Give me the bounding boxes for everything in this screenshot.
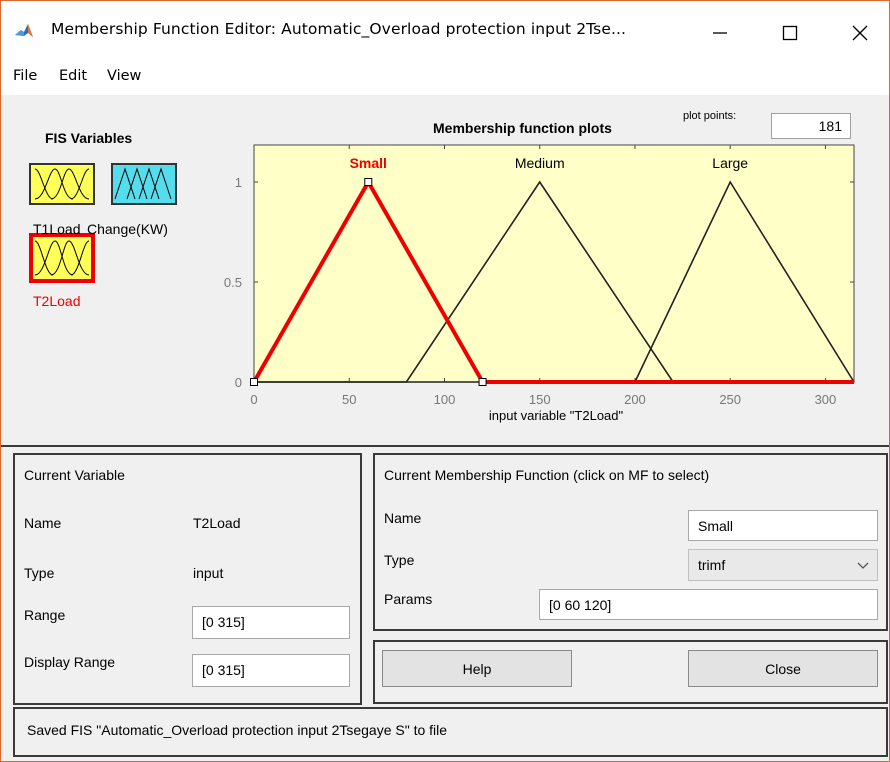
maximize-icon <box>782 25 798 41</box>
current-mf-heading: Current Membership Function (click on MF… <box>384 467 710 483</box>
mf-params-input[interactable]: [0 60 120] <box>539 589 878 620</box>
type-label: Type <box>24 565 55 581</box>
minimize-button[interactable] <box>691 11 749 55</box>
mf-vertex-handle[interactable] <box>364 178 373 186</box>
y-tick-label: 0.5 <box>224 275 242 290</box>
x-tick-label: 100 <box>434 392 456 407</box>
mf-type-label: Type <box>384 552 415 568</box>
help-button[interactable]: Help <box>382 650 572 687</box>
buttons-panel: Help Close <box>373 640 888 704</box>
variable-type-value: input <box>193 565 224 581</box>
mf-vertex-handle[interactable] <box>250 378 258 386</box>
title-bar[interactable]: Membership Function Editor: Automatic_Ov… <box>1 1 889 59</box>
editor-client-area: FIS Variables T1Load Change(KW) T2Load M… <box>1 95 889 761</box>
current-mf-panel: Current Membership Function (click on MF… <box>373 453 888 631</box>
minimize-icon <box>713 32 727 34</box>
menu-edit[interactable]: Edit <box>59 68 87 84</box>
x-tick-label: 150 <box>529 392 551 407</box>
mf-type-value: trimf <box>698 557 726 573</box>
mf-label-small[interactable]: Small <box>350 155 387 171</box>
y-tick-label: 0 <box>235 375 242 390</box>
variable-name-value: T2Load <box>193 515 241 531</box>
current-variable-panel: Current Variable Name T2Load Type input … <box>13 453 362 705</box>
x-axis-label: input variable "T2Load" <box>489 408 624 423</box>
x-tick-label: 250 <box>719 392 741 407</box>
x-tick-label: 0 <box>250 392 257 407</box>
mf-label-large[interactable]: Large <box>712 155 748 171</box>
x-tick-label: 200 <box>624 392 646 407</box>
window-close-button[interactable] <box>831 11 889 55</box>
window: Membership Function Editor: Automatic_Ov… <box>0 0 890 762</box>
range-label: Range <box>24 607 66 623</box>
x-tick-label: 50 <box>342 392 356 407</box>
mf-name-label: Name <box>384 510 422 526</box>
current-variable-heading: Current Variable <box>24 467 125 483</box>
mf-name-input[interactable]: Small <box>688 510 878 541</box>
x-tick-label: 300 <box>815 392 837 407</box>
close-button[interactable]: Close <box>688 650 878 687</box>
mf-type-dropdown[interactable]: trimf <box>688 549 878 581</box>
menu-view[interactable]: View <box>107 68 141 84</box>
plot-area <box>253 144 855 383</box>
menu-file[interactable]: File <box>13 68 37 84</box>
status-message: Saved FIS "Automatic_Overload protection… <box>27 722 448 738</box>
matlab-icon <box>13 21 35 43</box>
upper-section: FIS Variables T1Load Change(KW) T2Load M… <box>1 95 889 447</box>
membership-function-chart[interactable]: 0 50 100 150 200 250 300 0 0.5 1 input variable "T… <box>1 95 889 445</box>
range-input[interactable]: [0 315] <box>192 606 350 639</box>
display-range-input[interactable]: [0 315] <box>192 654 350 687</box>
window-title: Membership Function Editor: Automatic_Ov… <box>51 20 627 38</box>
mf-label-medium[interactable]: Medium <box>515 155 565 171</box>
display-range-label: Display Range <box>24 654 116 670</box>
mf-vertex-handle[interactable] <box>478 378 487 386</box>
maximize-button[interactable] <box>761 11 819 55</box>
status-panel: Saved FIS "Automatic_Overload protection… <box>13 707 888 757</box>
y-tick-label: 1 <box>235 175 242 190</box>
chevron-down-icon <box>857 562 869 569</box>
mf-params-label: Params <box>384 591 433 607</box>
name-label: Name <box>24 515 62 531</box>
close-icon <box>852 25 868 41</box>
menu-bar: File Edit View <box>1 59 889 93</box>
